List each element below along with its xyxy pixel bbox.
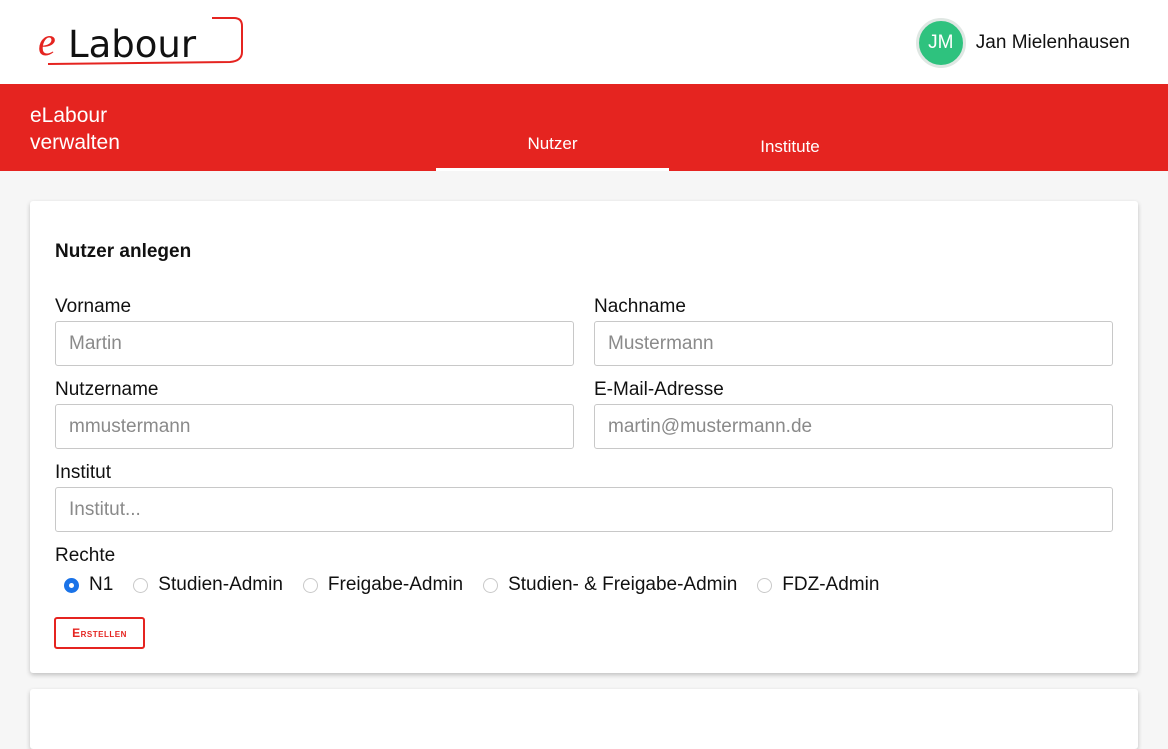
user-menu[interactable]: JM Jan Mielenhausen: [915, 18, 1130, 68]
create-user-card: Nutzer anlegen Vorname Nachname Nutzerna…: [30, 201, 1138, 673]
app-title-line2: verwalten: [30, 131, 120, 154]
app-title: eLabour verwalten: [30, 102, 190, 156]
radio-n1[interactable]: N1: [64, 574, 113, 596]
rights-label: Rechte: [55, 545, 116, 566]
radio-fdz-admin[interactable]: FDZ-Admin: [757, 574, 879, 596]
navigation-bar: eLabour verwalten Nutzer Institute: [0, 84, 1168, 171]
email-label: E-Mail-Adresse: [594, 379, 724, 400]
radio-studien-freigabe-admin[interactable]: Studien- & Freigabe-Admin: [483, 574, 737, 596]
first-name-input[interactable]: [55, 321, 574, 366]
last-name-input[interactable]: [594, 321, 1113, 366]
radio-dot[interactable]: [757, 577, 773, 593]
username-input[interactable]: [55, 404, 574, 449]
radio-dot[interactable]: [133, 577, 149, 593]
radio-label: Freigabe-Admin: [327, 574, 464, 595]
username-label: Nutzername: [55, 379, 159, 400]
create-button[interactable]: Erstellen: [54, 617, 145, 649]
tab-institutes[interactable]: Institute: [672, 84, 908, 171]
rights-radio-group: N1 Studien-Admin Freigabe-Admin Studien-…: [64, 574, 899, 596]
avatar[interactable]: JM: [915, 18, 966, 68]
app-title-line1: eLabour: [30, 104, 108, 127]
email-input[interactable]: [594, 404, 1113, 449]
radio-freigabe-admin[interactable]: Freigabe-Admin: [302, 574, 464, 596]
radio-studien-admin[interactable]: Studien-Admin: [133, 574, 283, 596]
user-name: Jan Mielenhausen: [975, 32, 1130, 53]
logo-prefix: e: [38, 19, 56, 64]
logo-text: Labour: [68, 23, 197, 66]
institute-label: Institut: [55, 462, 111, 483]
radio-label: Studien- & Freigabe-Admin: [508, 574, 738, 595]
tab-users[interactable]: Nutzer: [436, 84, 669, 171]
radio-label: N1: [89, 574, 114, 595]
radio-dot[interactable]: [302, 577, 318, 593]
radio-dot[interactable]: [483, 577, 499, 593]
card-title: Nutzer anlegen: [55, 241, 192, 262]
elabour-logo[interactable]: e Labour: [34, 16, 246, 68]
radio-label: Studien-Admin: [158, 574, 283, 595]
radio-label: FDZ-Admin: [782, 574, 880, 595]
institute-input[interactable]: [55, 487, 1113, 532]
last-name-label: Nachname: [594, 296, 686, 317]
top-bar: e Labour JM Jan Mielenhausen: [0, 0, 1168, 84]
radio-dot[interactable]: [64, 577, 79, 593]
first-name-label: Vorname: [55, 296, 132, 317]
secondary-card: [30, 689, 1138, 749]
